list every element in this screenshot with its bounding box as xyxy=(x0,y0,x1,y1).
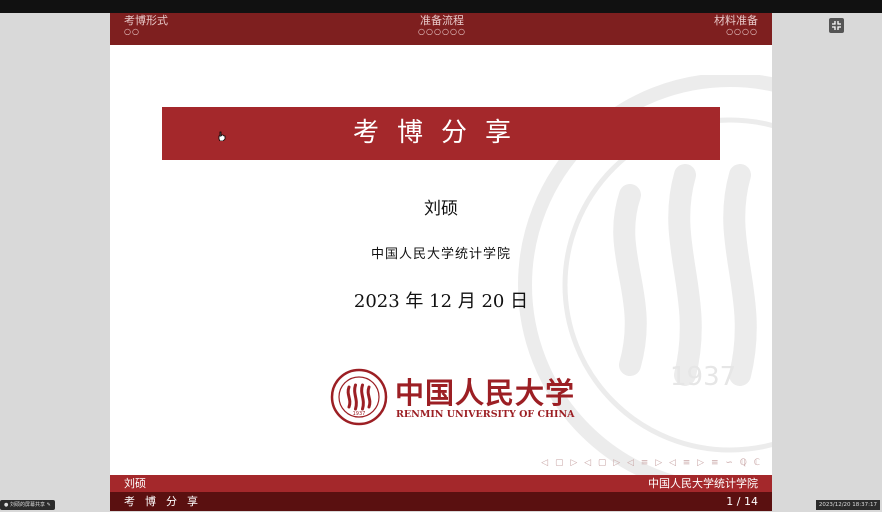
page-number: 1 / 14 xyxy=(726,495,758,508)
screen-share-indicator[interactable]: ● 刘硕的屏幕共享 ✎ xyxy=(0,500,55,510)
section-label: 准备流程 xyxy=(420,14,464,27)
footer-author: 刘硕 xyxy=(124,477,146,490)
institute-name: 中国人民大学统计学院 xyxy=(370,247,511,262)
subsection-dots[interactable]: ○○○○ xyxy=(714,27,758,36)
footer-info-bar: 刘硕 中国人民大学统计学院 xyxy=(110,475,772,492)
logo-chinese-name: 中国人民大学 xyxy=(395,376,576,410)
exit-fullscreen-icon xyxy=(832,21,841,30)
subsection-dots[interactable]: ○○ xyxy=(124,27,168,36)
screen-share-label: 刘硕的屏幕共享 xyxy=(9,502,45,508)
exit-fullscreen-button[interactable] xyxy=(829,18,844,33)
window-top-bar xyxy=(0,0,882,13)
pencil-icon[interactable]: ✎ xyxy=(47,502,51,508)
section-nav-1[interactable]: 考博形式 ○○ xyxy=(124,14,168,37)
timestamp-overlay: 2023/12/20 18:37:17 xyxy=(815,500,880,510)
footer-title-bar: 考博分享 1 / 14 xyxy=(110,492,772,511)
watermark-year: 1937 xyxy=(670,362,736,392)
microphone-icon: ● xyxy=(4,502,9,508)
university-logo: 1937 中国人民大学 RENMIN UNIVERSITY OF CHINA xyxy=(330,368,575,426)
university-seal-icon: 1937 xyxy=(330,368,388,426)
presentation-date: 2023 年 12 月 20 日 xyxy=(353,291,529,312)
seal-year: 1937 xyxy=(353,411,366,417)
section-nav-3[interactable]: 材料准备 ○○○○ xyxy=(714,14,758,37)
slide-title: 考博分享 xyxy=(162,107,720,160)
section-navigation: 考博形式 ○○ 准备流程 ○○○○○○ 材料准备 ○○○○ xyxy=(110,13,772,45)
presentation-slide: 考博形式 ○○ 准备流程 ○○○○○○ 材料准备 ○○○○ 1937 考博分享 … xyxy=(110,13,772,511)
beamer-navigation-symbols[interactable]: ◁ ▢ ▷ ◁ ▢ ▷ ◁ ≡ ▷ ◁ ≡ ▷ ≡ ∽ ℚ ℂ xyxy=(541,458,762,468)
footer-short-title: 考博分享 xyxy=(124,495,208,508)
footer-institute: 中国人民大学统计学院 xyxy=(648,477,758,490)
author-name: 刘硕 xyxy=(424,199,458,219)
section-label: 材料准备 xyxy=(714,14,758,27)
section-label: 考博形式 xyxy=(124,14,168,27)
section-nav-2[interactable]: 准备流程 ○○○○○○ xyxy=(410,14,474,37)
subsection-dots[interactable]: ○○○○○○ xyxy=(410,27,474,36)
logo-english-name: RENMIN UNIVERSITY OF CHINA xyxy=(396,409,575,420)
hand-cursor-icon xyxy=(218,131,226,141)
